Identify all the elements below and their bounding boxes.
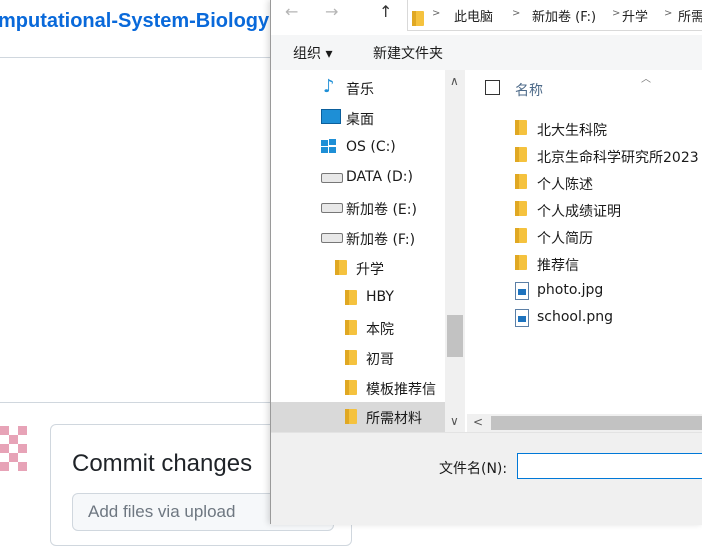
list-item-label: 北京生命科学研究所2023 <box>537 150 699 166</box>
folder-icon <box>515 120 527 139</box>
nav-item-label: 新加卷 (E:) <box>346 202 417 218</box>
folder-icon <box>335 260 347 279</box>
breadcrumb-separator[interactable]: > <box>432 8 440 19</box>
nav-item-folder[interactable]: 模板推荐信 <box>271 373 445 403</box>
windows-drive-icon <box>321 139 339 159</box>
commit-title: Commit changes <box>72 450 253 477</box>
breadcrumb-item[interactable]: 此电脑 <box>454 6 493 25</box>
nav-item-label: OS (C:) <box>346 139 396 155</box>
list-item[interactable]: photo.jpg <box>515 278 702 304</box>
folder-icon <box>345 350 357 369</box>
folder-icon <box>515 147 527 166</box>
toolbar: 组织 ▾ 新建文件夹 <box>271 35 702 70</box>
list-item[interactable]: 个人成绩证明 <box>515 197 702 223</box>
forward-button[interactable]: → <box>325 2 338 21</box>
scroll-down-icon[interactable]: ∨ <box>450 414 459 428</box>
list-item-label: 个人陈述 <box>537 177 593 193</box>
drive-icon <box>321 169 343 187</box>
nav-item-drive-c[interactable]: OS (C:) <box>271 133 445 163</box>
nav-item-label: 初哥 <box>366 352 394 368</box>
scrollbar-thumb[interactable] <box>491 416 702 430</box>
image-file-icon <box>515 282 529 304</box>
list-item[interactable]: 推荐信 <box>515 251 702 277</box>
breadcrumb-item[interactable]: 升学 <box>622 6 648 25</box>
list-item[interactable]: 北京生命科学研究所2023 <box>515 143 702 169</box>
scroll-left-icon[interactable]: < <box>473 415 483 429</box>
back-button[interactable]: ← <box>285 2 298 21</box>
folder-icon <box>345 380 357 399</box>
nav-item-label: 新加卷 (F:) <box>346 232 416 248</box>
breadcrumb-item[interactable]: 所需 <box>678 6 702 25</box>
nav-item-drive-e[interactable]: 新加卷 (E:) <box>271 193 445 223</box>
scroll-up-icon[interactable]: ∧ <box>450 74 459 88</box>
folder-icon <box>515 228 527 247</box>
list-item[interactable]: 个人简历 <box>515 224 702 250</box>
organize-button[interactable]: 组织 ▾ <box>293 43 332 63</box>
breadcrumb-separator[interactable]: > <box>664 8 672 19</box>
nav-item-label: 所需材料 <box>366 411 422 427</box>
list-item[interactable]: school.png <box>515 305 702 331</box>
folder-icon <box>345 409 357 428</box>
desktop-icon <box>321 109 341 128</box>
nav-item-label: DATA (D:) <box>346 169 413 185</box>
nav-item-drive-d[interactable]: DATA (D:) <box>271 163 445 193</box>
nav-item-desktop[interactable]: 桌面 <box>271 103 445 133</box>
breadcrumb-item[interactable]: 新加卷 (F:) <box>532 6 596 25</box>
nav-item-folder[interactable]: 本院 <box>271 313 445 343</box>
sort-caret-icon: ︿ <box>641 74 651 85</box>
image-file-icon <box>515 309 529 331</box>
file-list: ︿ 名称 北大生科院 北京生命科学研究所2023 个人陈述 个人成绩证明 个人简… <box>467 70 702 432</box>
list-item-label: 推荐信 <box>537 258 579 274</box>
list-item-label: school.png <box>537 309 613 325</box>
nav-item-music[interactable]: ♪ 音乐 <box>271 73 445 103</box>
folder-icon <box>515 174 527 193</box>
new-folder-button[interactable]: 新建文件夹 <box>373 43 443 63</box>
scrollbar-thumb[interactable] <box>447 315 463 357</box>
nav-scrollbar[interactable]: ∧ ∨ <box>445 70 465 432</box>
column-header-name[interactable]: 名称 <box>515 80 543 100</box>
address-row: ← → ↑ > 此电脑 > 新加卷 (F:) > 升学 > 所需 <box>271 0 702 34</box>
up-button[interactable]: ↑ <box>379 2 392 21</box>
breadcrumb-separator[interactable]: > <box>612 8 620 19</box>
filename-input[interactable] <box>517 453 702 479</box>
nav-item-label: 本院 <box>366 322 394 338</box>
list-item-label: 个人成绩证明 <box>537 204 621 220</box>
list-item-label: 个人简历 <box>537 231 593 247</box>
file-list-scrollbar[interactable]: < <box>467 414 702 432</box>
breadcrumb-separator[interactable]: > <box>512 8 520 19</box>
folder-icon <box>515 201 527 220</box>
nav-item-label: 音乐 <box>346 82 374 98</box>
commit-message-placeholder: Add files via upload <box>88 502 236 521</box>
nav-item-drive-f[interactable]: 新加卷 (F:) <box>271 223 445 253</box>
music-icon: ♪ <box>323 76 335 97</box>
nav-item-folder-selected[interactable]: 所需材料 <box>271 402 445 432</box>
select-all-checkbox[interactable] <box>485 80 500 95</box>
folder-icon <box>345 290 357 309</box>
repo-title-text[interactable]: mputational-System-Biology <box>0 10 269 32</box>
address-bar[interactable]: > 此电脑 > 新加卷 (F:) > 升学 > 所需 <box>407 0 702 31</box>
nav-item-label: 桌面 <box>346 112 374 128</box>
avatar <box>0 424 30 478</box>
nav-item-folder[interactable]: HBY <box>271 283 445 313</box>
filename-panel: 文件名(N): <box>271 432 702 525</box>
nav-item-folder[interactable]: 升学 <box>271 253 445 283</box>
nav-item-label: 模板推荐信 <box>366 382 436 398</box>
list-item[interactable]: 北大生科院 <box>515 116 702 142</box>
drive-icon <box>321 199 343 217</box>
drive-icon <box>321 229 343 247</box>
folder-icon <box>515 255 527 274</box>
file-open-dialog: ← → ↑ > 此电脑 > 新加卷 (F:) > 升学 > 所需 组织 ▾ 新建… <box>270 0 702 525</box>
nav-item-label: 升学 <box>356 262 384 278</box>
nav-item-label: HBY <box>366 289 394 305</box>
list-item-label: 北大生科院 <box>537 123 607 139</box>
repo-title-link[interactable]: mputational-System-Biology/ <box>0 10 281 33</box>
list-item-label: photo.jpg <box>537 282 604 298</box>
filename-label: 文件名(N): <box>439 461 508 477</box>
nav-item-folder[interactable]: 初哥 <box>271 343 445 373</box>
folder-icon <box>345 320 357 339</box>
navigation-pane: ♪ 音乐 桌面 OS (C:) DATA (D:) 新加卷 (E:) 新加卷 (… <box>271 70 465 432</box>
list-item[interactable]: 个人陈述 <box>515 170 702 196</box>
